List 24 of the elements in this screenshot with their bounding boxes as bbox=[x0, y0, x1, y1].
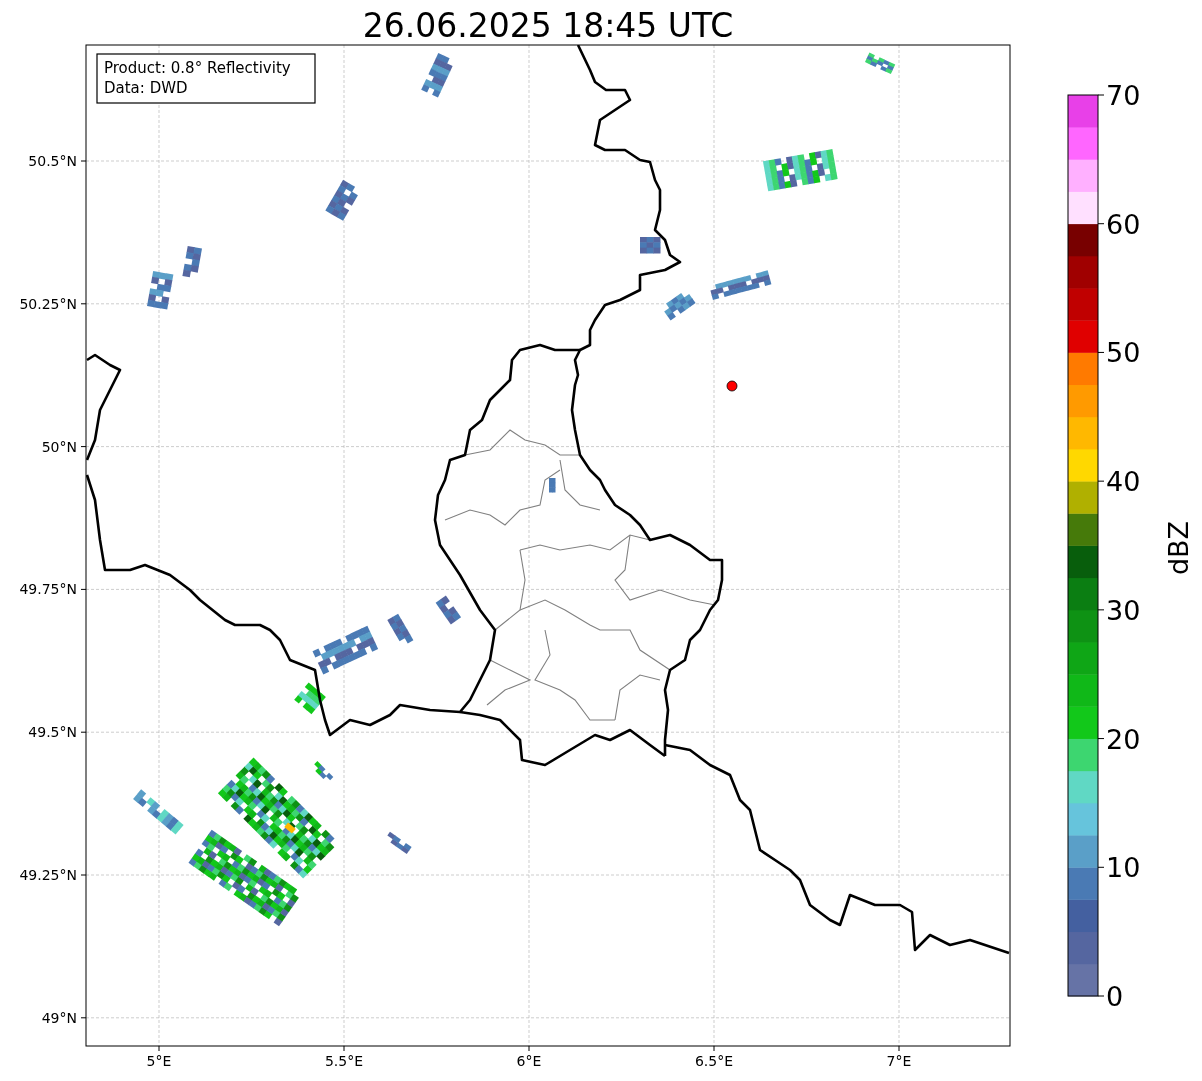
colorbar-tick-label: 20 bbox=[1106, 723, 1141, 755]
longitude-label: 6.5°E bbox=[694, 1053, 734, 1069]
latitude-label: 50.25°N bbox=[19, 295, 77, 312]
longitude-label: 7°E bbox=[886, 1053, 912, 1069]
latitude-label: 49.75°N bbox=[19, 581, 77, 598]
longitude-label: 6°E bbox=[516, 1053, 542, 1069]
colorbar-tick-label: 60 bbox=[1106, 208, 1141, 240]
longitude-label: 5°E bbox=[146, 1053, 172, 1069]
colorbar-tick-label: 0 bbox=[1106, 981, 1124, 1012]
colorbar-label: dBZ bbox=[1163, 520, 1194, 576]
colorbar-tick-label: 10 bbox=[1106, 852, 1141, 884]
latitude-label: 50°N bbox=[41, 438, 77, 455]
longitude-label: 5.5°E bbox=[324, 1053, 364, 1069]
latitude-label: 49.5°N bbox=[28, 724, 77, 741]
latitude-label: 50.5°N bbox=[28, 153, 77, 169]
colorbar-tick-label: 40 bbox=[1106, 466, 1141, 498]
info-box: Product: 0.8° Reflectivity Data: DWD bbox=[96, 53, 316, 104]
latitude-label: 49°N bbox=[41, 1009, 77, 1026]
latitude-label: 49.25°N bbox=[19, 867, 77, 883]
figure-title: 26.06.2025 18:45 UTC bbox=[362, 6, 734, 45]
colorbar-tick-label: 50 bbox=[1106, 337, 1141, 369]
colorbar-tick-label: 70 bbox=[1106, 80, 1141, 111]
colorbar-tick-label: 30 bbox=[1106, 594, 1141, 626]
radar-site-marker bbox=[726, 380, 738, 392]
